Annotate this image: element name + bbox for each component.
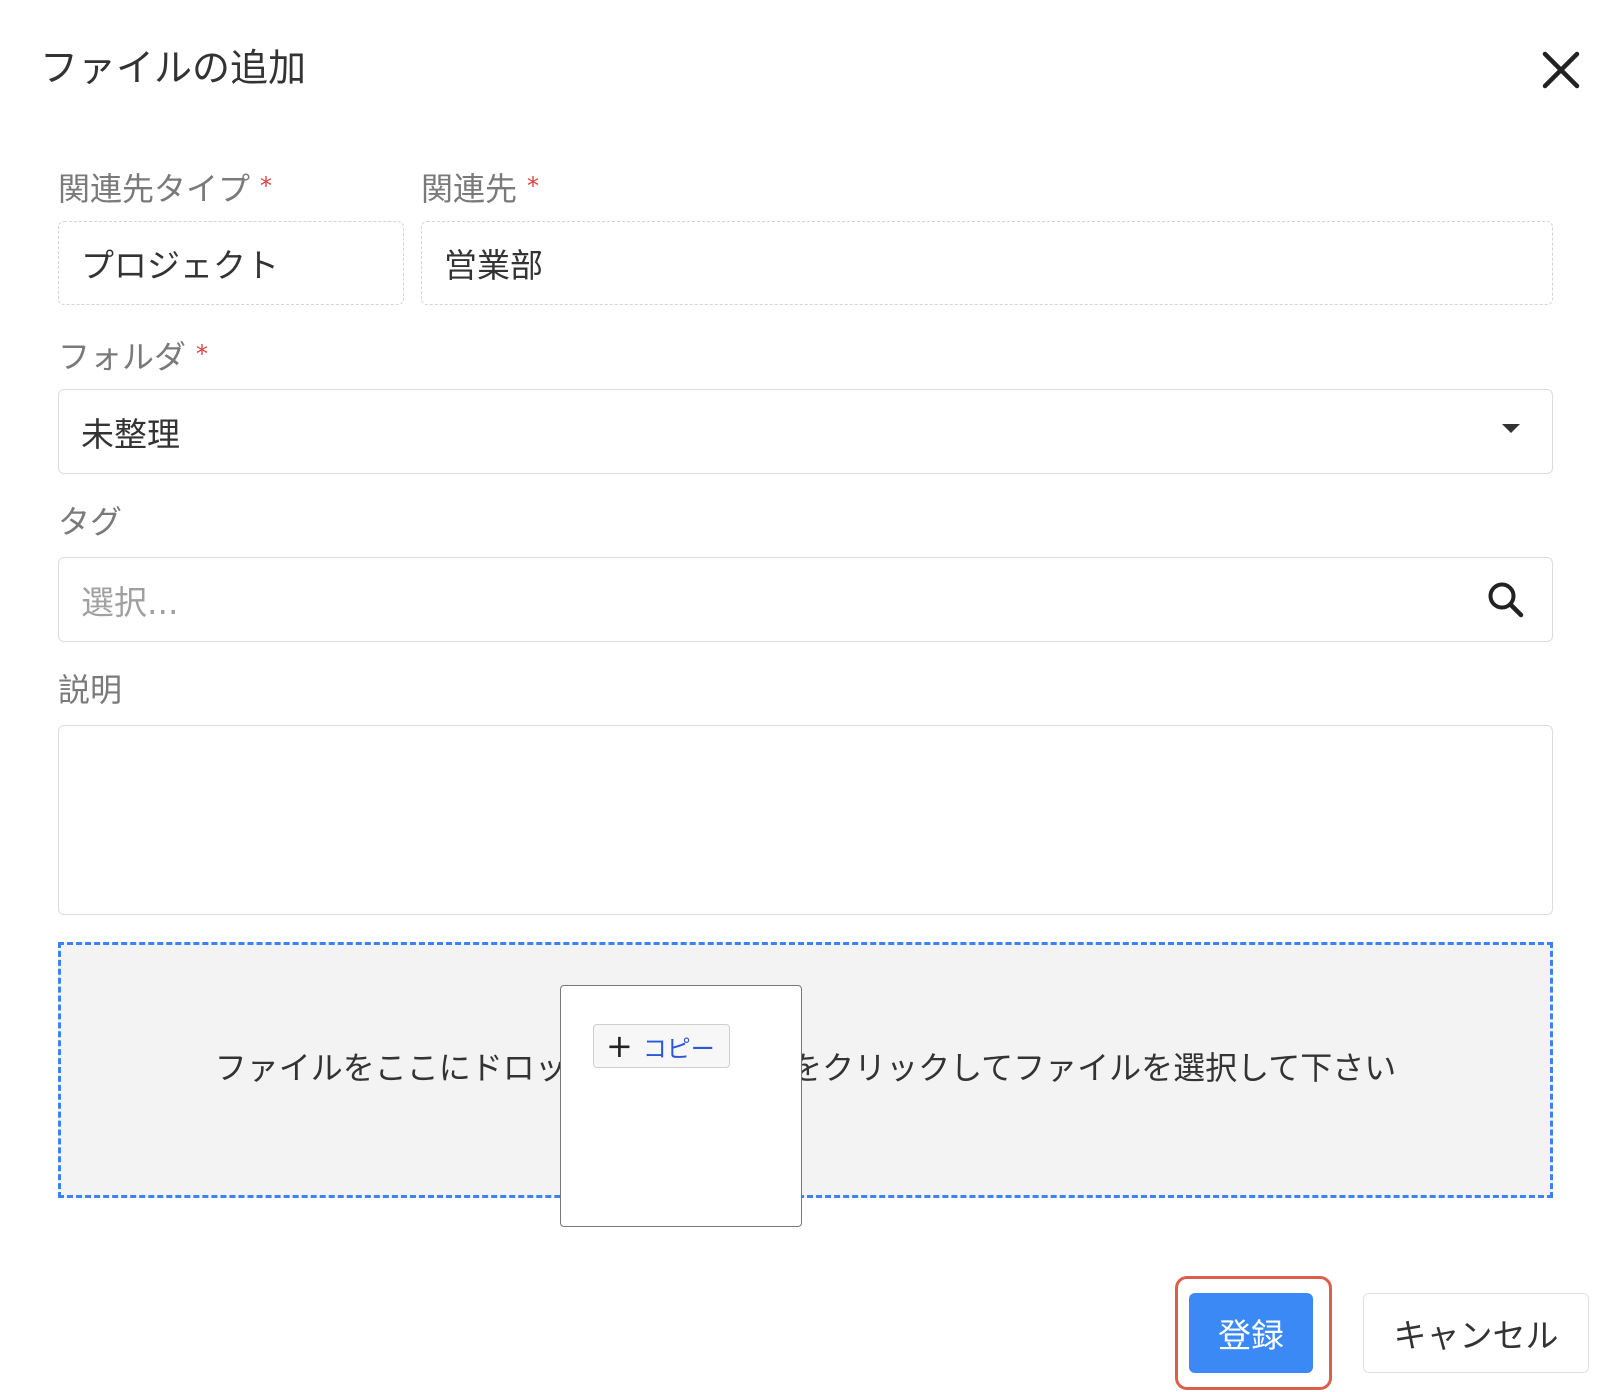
tags-placeholder: 選択... bbox=[81, 582, 179, 622]
related-type-label: 関連先タイプ * bbox=[58, 170, 273, 208]
close-button[interactable] bbox=[1535, 44, 1587, 96]
copy-badge: + コピー bbox=[593, 1024, 730, 1068]
caret-down-icon bbox=[1502, 424, 1520, 433]
related-to-value: 営業部 bbox=[444, 246, 543, 285]
folder-label: フォルダ * bbox=[58, 338, 209, 376]
plus-icon: + bbox=[606, 1027, 633, 1065]
related-type-value: プロジェクト bbox=[81, 246, 279, 285]
dropzone-instructions: ファイルをここにドロップするか、ここをクリックしてファイルを選択して下さい bbox=[214, 1049, 1397, 1087]
tags-search-input[interactable]: 選択... bbox=[58, 557, 1553, 642]
required-mark: * bbox=[260, 172, 273, 200]
folder-select[interactable]: 未整理 bbox=[58, 389, 1553, 474]
close-icon bbox=[1542, 51, 1580, 89]
cancel-button[interactable]: キャンセル bbox=[1363, 1293, 1589, 1373]
related-type-field: プロジェクト bbox=[58, 221, 404, 305]
copy-label: コピー bbox=[642, 1034, 715, 1063]
required-mark: * bbox=[196, 340, 209, 368]
search-icon[interactable] bbox=[1484, 578, 1528, 630]
folder-value: 未整理 bbox=[81, 414, 180, 454]
drag-preview: + コピー bbox=[560, 985, 802, 1227]
description-textarea[interactable] bbox=[58, 725, 1553, 915]
tags-label: タグ bbox=[58, 503, 123, 541]
related-to-field: 営業部 bbox=[421, 221, 1553, 305]
description-label: 説明 bbox=[58, 671, 123, 709]
related-to-label: 関連先 * bbox=[421, 170, 540, 208]
dialog-title: ファイルの追加 bbox=[40, 46, 307, 90]
required-mark: * bbox=[527, 172, 540, 200]
register-button[interactable]: 登録 bbox=[1189, 1293, 1313, 1373]
file-dropzone[interactable]: ファイルをここにドロップするか、ここをクリックしてファイルを選択して下さい bbox=[58, 942, 1553, 1198]
